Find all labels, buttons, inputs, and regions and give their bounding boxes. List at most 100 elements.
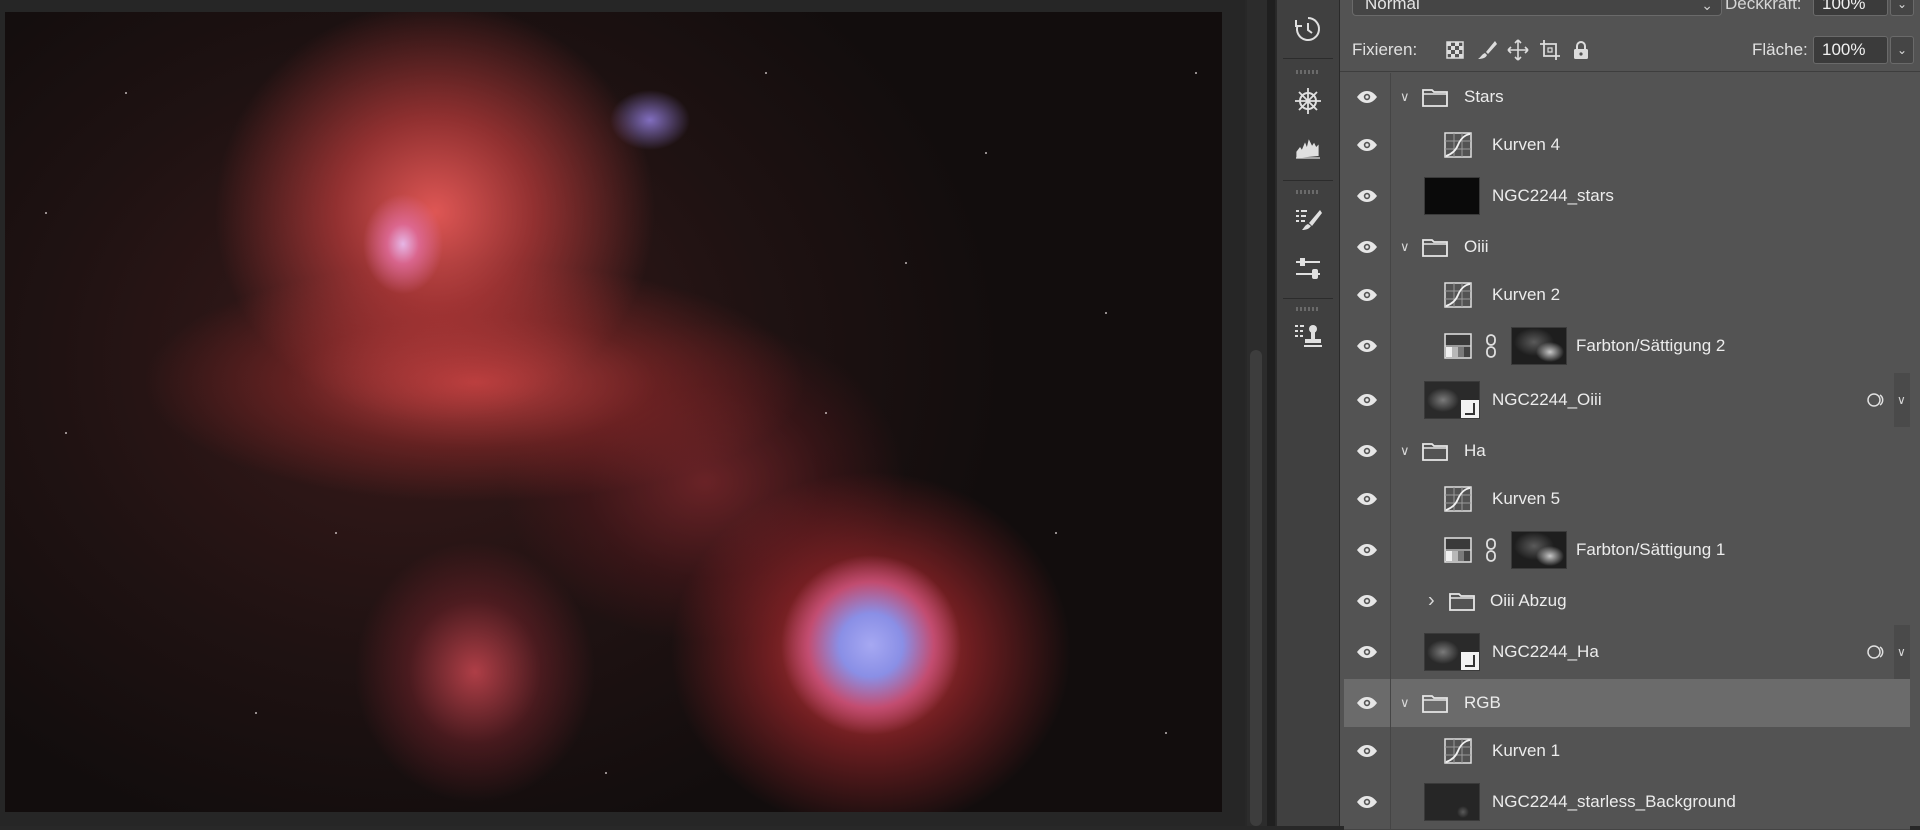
row-expand-strip: ∨ [1894, 625, 1910, 679]
lock-all-icon[interactable] [1568, 37, 1594, 63]
opacity-dropdown-button[interactable]: ⌄ [1890, 0, 1914, 16]
layer-name: NGC2244_stars [1492, 186, 1614, 205]
layer-row[interactable]: ∨ NGC2244_Ha [1344, 625, 1910, 680]
layer-mask-thumbnail[interactable] [1511, 327, 1567, 365]
curves-adjustment-icon [1444, 738, 1472, 764]
layer-name: Kurven 4 [1492, 135, 1561, 154]
layer-name: Farbton/Sättigung 2 [1576, 336, 1726, 355]
fill-label: Fläche: [1752, 40, 1808, 59]
opacity-input[interactable]: 100% [1813, 0, 1888, 16]
visibility-eye-icon[interactable] [1344, 625, 1391, 679]
visibility-eye-icon[interactable] [1344, 169, 1391, 223]
layer-name: Kurven 2 [1492, 285, 1561, 304]
chevron-down-icon[interactable]: ∨ [1400, 695, 1410, 711]
fill-dropdown-button[interactable]: ⌄ [1890, 36, 1914, 64]
chevron-down-icon[interactable]: ∨ [1400, 239, 1410, 255]
layer-row[interactable]: ∨ Ha [1344, 427, 1910, 476]
layer-row[interactable]: ∨ Stars [1344, 73, 1910, 122]
layer-row[interactable]: Farbton/Sättigung 2 [1344, 319, 1910, 374]
histogram-icon[interactable] [1291, 132, 1325, 166]
brush-settings-icon[interactable] [1291, 203, 1325, 237]
layer-name: RGB [1464, 693, 1501, 712]
chevron-down-icon[interactable]: ∨ [1400, 89, 1410, 105]
nebula-image[interactable] [5, 12, 1222, 812]
layer-row[interactable]: NGC2244_starless_Background [1344, 775, 1910, 830]
visibility-eye-icon[interactable] [1344, 223, 1391, 271]
link-chain-icon[interactable] [1484, 333, 1498, 359]
hue-saturation-adjustment-icon [1444, 537, 1472, 563]
visibility-eye-icon[interactable] [1344, 523, 1391, 577]
lock-artboard-icon[interactable] [1537, 37, 1563, 63]
layer-name: Oiii Abzug [1490, 591, 1567, 610]
smart-filters-icon[interactable] [1866, 642, 1886, 662]
layer-row[interactable]: NGC2244_stars [1344, 169, 1910, 224]
layer-thumbnail[interactable] [1424, 783, 1480, 821]
smart-object-badge-icon [1461, 652, 1479, 670]
layer-name: Kurven 5 [1492, 489, 1561, 508]
layer-row[interactable]: Kurven 4 [1344, 121, 1910, 170]
layer-name: NGC2244_starless_Background [1492, 792, 1736, 811]
chevron-down-icon[interactable]: ∨ [1897, 393, 1906, 407]
lock-image-pixels-icon[interactable] [1474, 37, 1500, 63]
visibility-eye-icon[interactable] [1344, 475, 1391, 523]
chevron-down-icon[interactable]: ∨ [1897, 645, 1906, 659]
lock-transparent-pixels-icon[interactable] [1442, 37, 1468, 63]
blend-mode-select[interactable]: Normal ⌄ [1352, 0, 1722, 16]
visibility-eye-icon[interactable] [1344, 373, 1391, 427]
blend-row: Normal ⌄ Deckkraft: 100% ⌄ [1340, 0, 1920, 22]
layer-name: NGC2244_Oiii [1492, 390, 1602, 409]
layer-row[interactable]: › Oiii Abzug [1344, 577, 1910, 626]
layer-thumbnail[interactable] [1424, 381, 1480, 419]
visibility-eye-icon[interactable] [1344, 427, 1391, 475]
visibility-eye-icon[interactable] [1344, 679, 1391, 727]
history-icon[interactable] [1291, 12, 1325, 46]
layer-name: Farbton/Sättigung 1 [1576, 540, 1726, 559]
layer-row[interactable]: Kurven 1 [1344, 727, 1910, 776]
layer-mask-thumbnail[interactable] [1511, 531, 1567, 569]
document-canvas-area[interactable] [0, 0, 1245, 826]
link-chain-icon[interactable] [1484, 537, 1498, 563]
layer-thumbnail[interactable] [1424, 177, 1480, 215]
visibility-eye-icon[interactable] [1344, 775, 1391, 829]
folder-icon [1422, 87, 1448, 107]
layer-row[interactable]: Kurven 5 [1344, 475, 1910, 524]
visibility-eye-icon[interactable] [1344, 319, 1391, 373]
layer-thumbnail[interactable] [1424, 633, 1480, 671]
chevron-down-icon[interactable]: ∨ [1400, 443, 1410, 459]
visibility-eye-icon[interactable] [1344, 121, 1391, 169]
hue-saturation-adjustment-icon [1444, 333, 1472, 359]
lock-position-icon[interactable] [1505, 37, 1531, 63]
curves-adjustment-icon [1444, 282, 1472, 308]
chevron-right-icon[interactable]: › [1428, 590, 1435, 613]
layer-row[interactable]: ∨ NGC2244_Oiii [1344, 373, 1910, 428]
lock-row: Fixieren: Fläche: 100% ⌄ [1340, 29, 1920, 72]
visibility-eye-icon[interactable] [1344, 73, 1391, 121]
layer-name: Oiii [1464, 237, 1489, 256]
smart-filters-icon[interactable] [1866, 390, 1886, 410]
layer-list: ∨ Stars Kurven 4 NGC2244_stars ∨ Oiii Kurven 2… [1344, 73, 1910, 830]
canvas-scroll-thumb[interactable] [1250, 350, 1262, 826]
layer-name: Ha [1464, 441, 1486, 460]
layer-row[interactable]: ∨ Oiii [1344, 223, 1910, 272]
visibility-eye-icon[interactable] [1344, 271, 1391, 319]
curves-adjustment-icon [1444, 132, 1472, 158]
panel-divider [1267, 0, 1275, 826]
adjustments-icon[interactable] [1291, 251, 1325, 285]
row-expand-strip: ∨ [1894, 373, 1910, 427]
blend-mode-value: Normal [1365, 0, 1420, 13]
layer-name: NGC2244_Ha [1492, 642, 1599, 661]
opacity-label: Deckkraft: [1725, 0, 1802, 13]
visibility-eye-icon[interactable] [1344, 727, 1391, 775]
layer-row[interactable]: ∨ RGB [1344, 679, 1910, 728]
folder-icon [1422, 441, 1448, 461]
navigator-wheel-icon[interactable] [1291, 84, 1325, 118]
lock-label: Fixieren: [1352, 40, 1418, 59]
clone-stamp-source-icon[interactable] [1291, 319, 1325, 353]
folder-icon [1422, 693, 1448, 713]
fill-input[interactable]: 100% [1813, 36, 1888, 64]
curves-adjustment-icon [1444, 486, 1472, 512]
layer-row[interactable]: Kurven 2 [1344, 271, 1910, 320]
visibility-eye-icon[interactable] [1344, 577, 1391, 625]
layer-row[interactable]: Farbton/Sättigung 1 [1344, 523, 1910, 578]
folder-icon [1422, 237, 1448, 257]
